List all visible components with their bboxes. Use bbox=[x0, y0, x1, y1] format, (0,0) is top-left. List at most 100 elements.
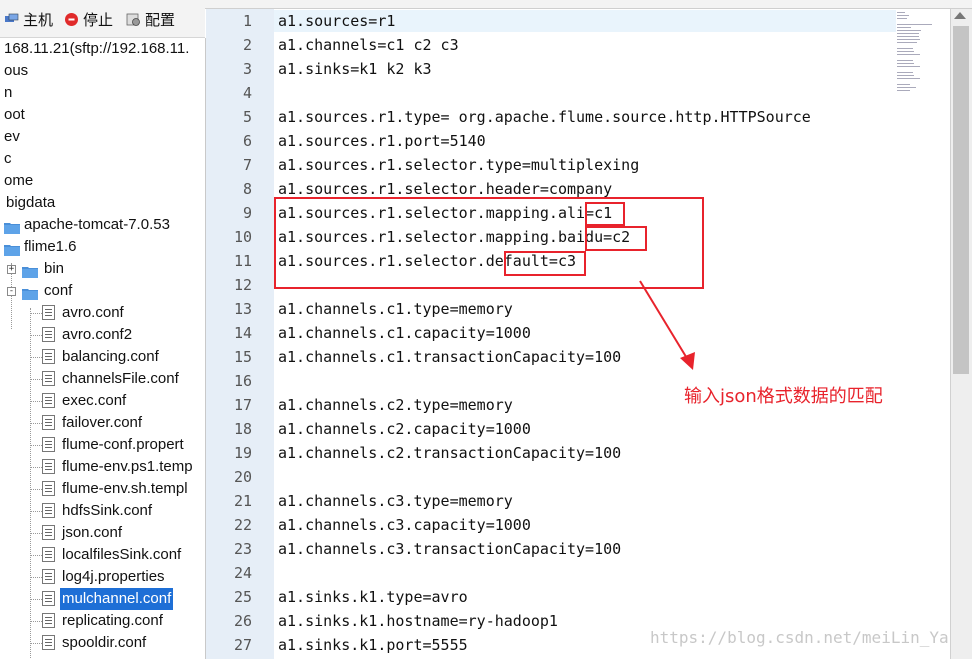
file-icon bbox=[42, 349, 55, 364]
tree-item-label: localfilesSink.conf bbox=[62, 546, 182, 563]
code-line[interactable]: a1.channels=c1 c2 c3 bbox=[278, 33, 459, 57]
tree-file-item[interactable]: hdfsSink.conf bbox=[0, 500, 205, 522]
code-line[interactable]: a1.sinks.k1.hostname=ry-hadoop1 bbox=[278, 609, 558, 633]
scroll-up-arrow-icon[interactable] bbox=[954, 12, 966, 19]
scrollbar-thumb[interactable] bbox=[953, 26, 969, 374]
file-icon bbox=[42, 569, 55, 584]
tree-folder-item[interactable]: flime1.6 bbox=[0, 236, 205, 258]
minimap-line bbox=[897, 60, 913, 61]
tree-item-label: flume-env.ps1.temp bbox=[62, 458, 193, 475]
tree-file-item[interactable]: avro.conf bbox=[0, 302, 205, 324]
code-line[interactable]: a1.channels.c1.capacity=1000 bbox=[278, 321, 531, 345]
tree-item-label: oot bbox=[4, 106, 25, 123]
annotation-box-baidu bbox=[585, 226, 647, 251]
tree-file-item[interactable]: json.conf bbox=[0, 522, 205, 544]
minimap-line bbox=[897, 39, 921, 40]
line-number: 22 bbox=[233, 516, 252, 534]
minimap-line bbox=[897, 33, 920, 34]
tree-item-label: c bbox=[4, 150, 12, 167]
code-line[interactable]: a1.sources.r1.port=5140 bbox=[278, 129, 486, 153]
tree-folder-item[interactable]: c bbox=[0, 148, 205, 170]
tree-folder-item[interactable]: bigdata bbox=[0, 192, 205, 214]
minimap-line bbox=[897, 84, 910, 85]
line-number: 18 bbox=[233, 420, 252, 438]
code-line[interactable]: a1.channels.c2.transactionCapacity=100 bbox=[278, 441, 621, 465]
line-number: 10 bbox=[233, 228, 252, 246]
code-line[interactable]: a1.channels.c1.transactionCapacity=100 bbox=[278, 345, 621, 369]
line-number: 7 bbox=[242, 156, 252, 174]
minimap-line bbox=[897, 90, 910, 91]
code-line[interactable]: a1.channels.c1.type=memory bbox=[278, 297, 513, 321]
stop-button[interactable]: 停止 bbox=[64, 9, 113, 29]
minimap[interactable] bbox=[897, 12, 941, 92]
minimap-line bbox=[897, 78, 920, 79]
file-icon bbox=[42, 547, 55, 562]
file-icon bbox=[42, 613, 55, 628]
line-number: 25 bbox=[233, 588, 252, 606]
folder-icon bbox=[22, 263, 38, 278]
line-number: 21 bbox=[233, 492, 252, 510]
tree-folder-item[interactable]: apache-tomcat-7.0.53 bbox=[0, 214, 205, 236]
tree-file-item[interactable]: flume-env.sh.templ bbox=[0, 478, 205, 500]
tree-item-label: flume-conf.propert bbox=[62, 436, 184, 453]
line-number: 3 bbox=[242, 60, 252, 78]
code-line[interactable]: a1.channels.c2.type=memory bbox=[278, 393, 513, 417]
tree-file-item[interactable]: avro.conf2 bbox=[0, 324, 205, 346]
minimap-line bbox=[897, 66, 920, 67]
tree-item-label: failover.conf bbox=[62, 414, 143, 431]
file-icon bbox=[42, 305, 55, 320]
code-line[interactable]: a1.sources=r1 bbox=[278, 9, 395, 33]
tree-folder-item[interactable]: ev bbox=[0, 126, 205, 148]
stop-icon bbox=[64, 12, 79, 27]
watermark: https://blog.csdn.net/meiLin_Ya bbox=[650, 628, 949, 647]
tree-file-item[interactable]: mulchannel.conf bbox=[0, 588, 205, 610]
folder-icon bbox=[4, 219, 20, 234]
code-line[interactable]: a1.sinks=k1 k2 k3 bbox=[278, 57, 432, 81]
tree-folder-item[interactable]: - conf bbox=[0, 280, 205, 302]
code-line[interactable]: a1.channels.c3.capacity=1000 bbox=[278, 513, 531, 537]
line-number: 12 bbox=[233, 276, 252, 294]
collapse-icon[interactable]: - bbox=[7, 287, 16, 296]
tree-folder-item[interactable]: n bbox=[0, 82, 205, 104]
tree-folder-item[interactable]: ome bbox=[0, 170, 205, 192]
code-line[interactable]: a1.sources.r1.selector.type=multiplexing bbox=[278, 153, 639, 177]
tree-file-item[interactable]: localfilesSink.conf bbox=[0, 544, 205, 566]
tree-file-item[interactable]: replicating.conf bbox=[0, 610, 205, 632]
line-number: 27 bbox=[233, 636, 252, 654]
tree-file-item[interactable]: flume-conf.propert bbox=[0, 434, 205, 456]
code-line[interactable]: a1.sources.r1.type= org.apache.flume.sou… bbox=[278, 105, 811, 129]
line-number: 17 bbox=[233, 396, 252, 414]
code-line[interactable]: a1.sinks.k1.type=avro bbox=[278, 585, 468, 609]
tree-folder-item[interactable]: + bin bbox=[0, 258, 205, 280]
tree-item-label: apache-tomcat-7.0.53 bbox=[24, 216, 170, 233]
tree-file-item[interactable]: flume-env.ps1.temp bbox=[0, 456, 205, 478]
tree-item-label: bin bbox=[44, 260, 65, 277]
line-number: 6 bbox=[242, 132, 252, 150]
tree-file-item[interactable]: exec.conf bbox=[0, 390, 205, 412]
file-icon bbox=[42, 459, 55, 474]
minimap-line bbox=[897, 75, 914, 76]
tree-file-item[interactable]: log4j.properties bbox=[0, 566, 205, 588]
config-button[interactable]: 配置 bbox=[126, 9, 175, 29]
code-line[interactable]: a1.channels.c2.capacity=1000 bbox=[278, 417, 531, 441]
line-number: 4 bbox=[242, 84, 252, 102]
tree-file-item[interactable]: channelsFile.conf bbox=[0, 368, 205, 390]
host-button[interactable]: 主机 bbox=[4, 9, 53, 29]
tree-file-item[interactable]: failover.conf bbox=[0, 412, 205, 434]
line-number: 24 bbox=[233, 564, 252, 582]
tree-file-item[interactable]: spooldir.conf bbox=[0, 632, 205, 654]
code-line[interactable]: a1.channels.c3.transactionCapacity=100 bbox=[278, 537, 621, 561]
tree-file-item[interactable]: balancing.conf bbox=[0, 346, 205, 368]
code-line[interactable]: a1.sinks.k1.port=5555 bbox=[278, 633, 468, 657]
line-number: 19 bbox=[233, 444, 252, 462]
line-number: 26 bbox=[233, 612, 252, 630]
minimap-line bbox=[897, 42, 917, 43]
tree-item-label: hdfsSink.conf bbox=[62, 502, 153, 519]
tree-folder-item[interactable]: oot bbox=[0, 104, 205, 126]
tree-item-label: flime1.6 bbox=[24, 238, 77, 255]
expand-icon[interactable]: + bbox=[7, 265, 16, 274]
code-line[interactable]: a1.channels.c3.type=memory bbox=[278, 489, 513, 513]
tree-folder-item[interactable]: ous bbox=[0, 60, 205, 82]
annotation-text: 输入json格式数据的匹配 bbox=[684, 386, 883, 407]
tree-folder-item[interactable]: 168.11.21(sftp://192.168.11. bbox=[0, 38, 205, 60]
